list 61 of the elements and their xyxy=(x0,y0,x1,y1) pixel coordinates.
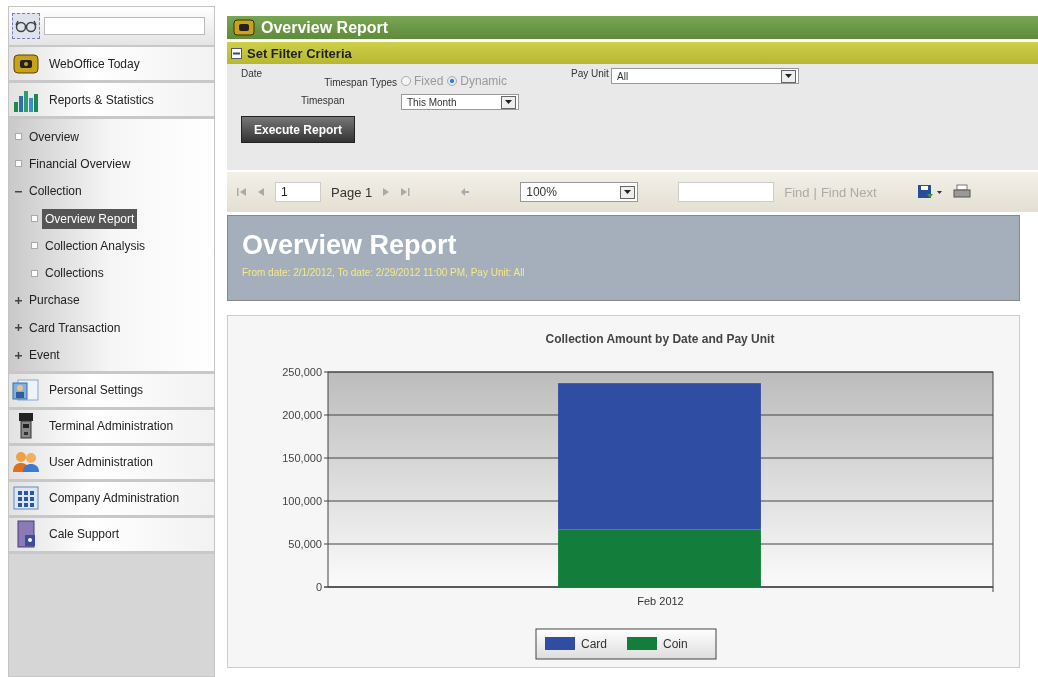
report-title: Overview Report xyxy=(242,230,458,261)
expand-icon[interactable] xyxy=(15,324,22,332)
print-icon[interactable] xyxy=(952,184,971,200)
tree-item[interactable]: Collection xyxy=(26,181,85,202)
users-icon xyxy=(12,451,40,474)
nav-item[interactable]: Terminal Administration xyxy=(9,409,214,446)
nav-item[interactable]: Company Administration xyxy=(9,481,214,518)
nav-item[interactable]: WebOffice Today xyxy=(9,47,214,83)
axis-tick-label: 100,000 xyxy=(282,495,322,507)
separator-text: | xyxy=(813,184,817,200)
bullet-icon xyxy=(15,160,22,168)
legend-label: Card xyxy=(581,637,607,651)
tree-item[interactable]: Card Transaction xyxy=(26,317,124,338)
page-number-field[interactable]: 1 xyxy=(275,182,321,202)
execute-report-button[interactable]: Execute Report xyxy=(241,116,356,143)
chart-title: Collection Amount by Date and Pay Unit xyxy=(545,332,775,346)
nav-item[interactable]: Reports & Statistics xyxy=(9,83,214,119)
expand-icon[interactable] xyxy=(15,351,22,359)
lockbox-icon xyxy=(13,52,39,75)
section-title: Set Filter Criteria xyxy=(247,45,352,61)
field-label: Timespan xyxy=(301,95,346,106)
page-label: Page 1 xyxy=(331,184,373,200)
page-title: Overview Report xyxy=(261,18,389,37)
axis-tick-label: 50,000 xyxy=(288,538,322,550)
bullet-icon xyxy=(15,133,22,141)
bullet-icon xyxy=(31,242,38,250)
axis-tick-label: 250,000 xyxy=(282,366,322,378)
tree-item[interactable]: Financial Overview xyxy=(26,153,134,174)
collapse-icon[interactable] xyxy=(231,47,242,59)
building-icon xyxy=(13,486,39,511)
field-label: Pay Unit xyxy=(571,68,610,79)
legend-label: Coin xyxy=(663,637,688,651)
tree-item[interactable]: Overview Report xyxy=(42,208,138,229)
tree-item[interactable]: Collections xyxy=(42,263,107,284)
report-subtitle: From date: 2/1/2012, To date: 2/29/2012 11:00 PM, Pay Unit: All xyxy=(242,267,526,278)
axis-tick-label: 0 xyxy=(315,581,322,593)
axis-tick-label: 200,000 xyxy=(282,409,322,421)
field-label: Date xyxy=(241,68,264,79)
nav-item[interactable]: Cale Support xyxy=(9,517,214,554)
bullet-icon xyxy=(31,269,38,277)
field-label: Timespan Types xyxy=(324,77,397,88)
axis-tick-label: 150,000 xyxy=(282,452,322,464)
nav-item[interactable]: User Administration xyxy=(9,445,214,482)
tree-item[interactable]: Purchase xyxy=(26,290,83,311)
pay-unit-dropdown[interactable]: All xyxy=(611,68,799,84)
tree-item[interactable]: Overview xyxy=(26,126,82,147)
lockbox-icon xyxy=(233,19,255,36)
category-label: Feb 2012 xyxy=(637,595,684,607)
bullet-icon xyxy=(31,215,38,223)
nav-item[interactable]: Personal Settings xyxy=(9,373,214,410)
help-book-icon xyxy=(14,520,38,549)
search-field[interactable] xyxy=(44,17,205,35)
timespan-dropdown[interactable]: This Month xyxy=(401,94,519,110)
find-field[interactable] xyxy=(678,182,775,202)
tree-item[interactable]: Event xyxy=(26,345,63,365)
save-icon[interactable] xyxy=(916,184,943,200)
zoom-dropdown[interactable]: 100% xyxy=(520,182,639,202)
tree-item[interactable]: Collection Analysis xyxy=(42,235,149,256)
glasses-icon[interactable] xyxy=(15,19,37,33)
person-card-icon xyxy=(12,378,40,403)
expand-icon[interactable] xyxy=(15,296,22,304)
